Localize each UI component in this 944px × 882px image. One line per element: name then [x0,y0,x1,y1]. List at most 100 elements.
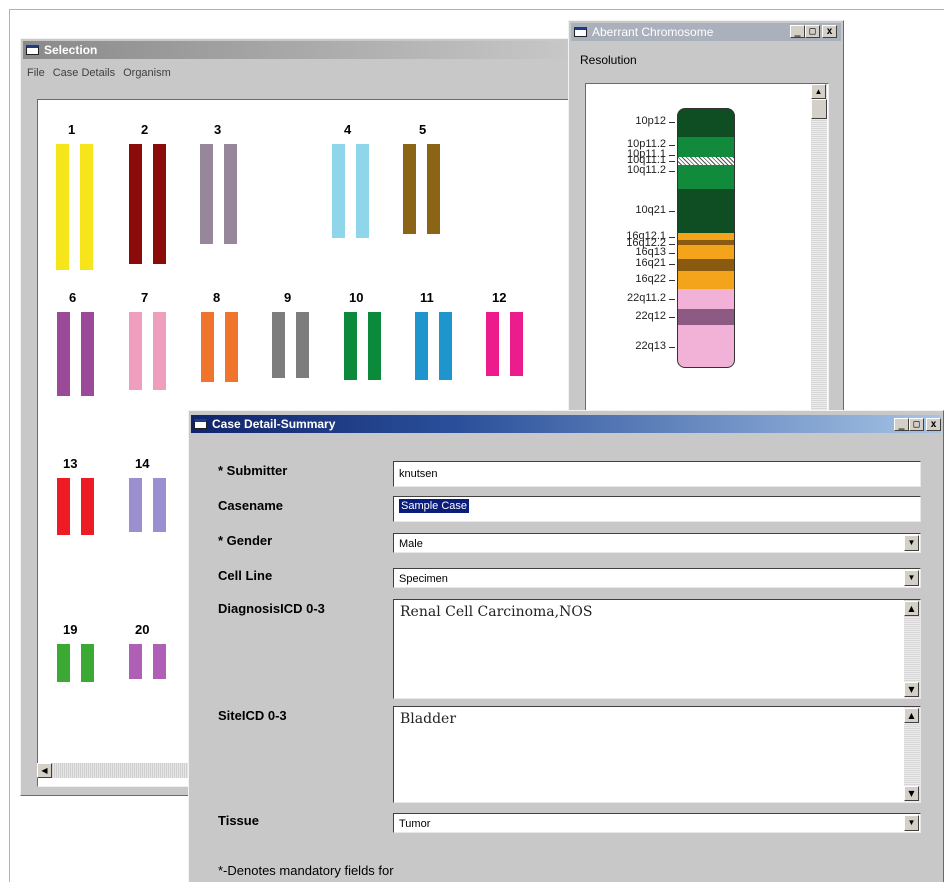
band [678,109,734,137]
band-label: 16q22 [635,273,666,285]
diagnosis-value: Renal Cell Carcinoma,NOS [400,604,593,620]
chromatid-right [356,144,369,238]
chromosome-label: 2 [141,122,149,137]
scroll-left-button[interactable]: ◀ [37,763,52,778]
band-tick [669,155,675,156]
band-tick [669,347,675,348]
diagnosis-textarea[interactable]: Renal Cell Carcinoma,NOS ▲ ▼ [393,599,921,699]
chromatid-left [403,144,416,234]
chromosome-label: 13 [63,456,78,471]
chromatid-left [57,312,70,396]
band-label: 16q21 [635,257,666,269]
chromatid-right [153,644,166,679]
case-detail-title: Case Detail-Summary [212,417,336,431]
maximize-button[interactable]: □ [805,25,820,38]
gender-value: Male [399,538,423,550]
chromosome-label: 3 [214,122,222,137]
casename-label: Casename [218,498,284,513]
band [678,325,734,367]
chevron-down-icon[interactable]: ▼ [904,570,919,586]
minimize-button[interactable]: _ [790,25,805,38]
band [678,309,734,325]
aberrant-window-buttons: _ □ x [790,25,837,38]
ideogram-vertical-scrollbar[interactable]: ▲ [811,84,827,422]
band-tick [669,317,675,318]
chromatid-right [80,144,93,270]
scroll-down-button[interactable]: ▼ [904,682,919,697]
band [678,245,734,259]
close-button[interactable]: x [822,25,837,38]
chromatid-left [56,144,69,270]
chromatid-right [153,144,166,264]
chromatid-left [415,312,428,380]
band-tick [669,145,675,146]
scroll-up-button[interactable]: ▲ [811,84,826,99]
chromatid-right [368,312,381,380]
chromatid-left [57,644,70,682]
centromere [678,157,734,165]
horizontal-scrollbar[interactable]: ◀ [37,763,197,778]
chromatid-right [153,312,166,390]
menu-organism[interactable]: Organism [123,67,171,79]
scroll-up-button[interactable]: ▲ [904,601,919,616]
band [678,137,734,157]
chromosome-label: 9 [284,290,292,305]
casename-input[interactable]: Sample Case [393,496,921,522]
site-value: Bladder [400,711,457,727]
submitter-label: * Submitter [218,463,288,478]
menu-case-details[interactable]: Case Details [53,67,115,79]
selection-menubar: File Case Details Organism [27,67,171,79]
band [678,189,734,233]
minimize-button[interactable]: _ [894,418,909,431]
menu-file[interactable]: File [27,67,45,79]
scroll-thumb[interactable] [811,99,827,119]
aberrant-chromosome-ideogram[interactable] [677,108,735,368]
scroll-down-button[interactable]: ▼ [904,786,919,801]
maximize-button[interactable]: □ [909,418,924,431]
band-label: 10q11.2 [627,164,666,176]
chromosome-label: 10 [349,290,364,305]
cell-line-select[interactable]: Specimen ▼ [393,568,921,588]
chromosome-label: 12 [492,290,507,305]
scroll-up-button[interactable]: ▲ [904,708,919,723]
band-tick [669,171,675,172]
selection-titlebar[interactable]: Selection [23,41,577,59]
case-detail-titlebar[interactable]: Case Detail-Summary [191,415,941,433]
band-tick [669,237,675,238]
band-label: 22q11.2 [627,292,666,304]
ideogram-canvas: ▲ 10p12 10p11.2 10p11.1 10q11.1 10q11.2 … [585,83,829,423]
chevron-down-icon[interactable]: ▼ [904,815,919,831]
band-tick [669,299,675,300]
casename-selected-text: Sample Case [399,499,470,513]
chromosome-label: 7 [141,290,149,305]
chromosome-label: 11 [420,290,434,305]
chromatid-left [332,144,345,238]
mandatory-footnote: *-Denotes mandatory fields for [218,863,394,878]
band [678,233,734,240]
chromatid-left [129,144,142,264]
diagnosis-label: DiagnosisICD 0-3 [218,601,325,616]
diagnosis-scrollbar[interactable]: ▲ ▼ [904,600,920,698]
tissue-select[interactable]: Tumor ▼ [393,813,921,833]
band-tick [669,211,675,212]
chromatid-right [225,312,238,382]
band-tick [669,264,675,265]
band [678,271,734,289]
gender-select[interactable]: Male ▼ [393,533,921,553]
cell-line-label: Cell Line [218,568,273,583]
close-button[interactable]: x [926,418,941,431]
chromatid-left [129,644,142,679]
tissue-label: Tissue [218,813,259,828]
site-scrollbar[interactable]: ▲ ▼ [904,707,920,802]
tissue-value: Tumor [399,818,431,830]
chromatid-left [129,312,142,390]
chevron-down-icon[interactable]: ▼ [904,535,919,551]
aberrant-title: Aberrant Chromosome [592,25,714,39]
site-label: SiteICD 0-3 [218,708,287,723]
site-textarea[interactable]: Bladder ▲ ▼ [393,706,921,803]
chromatid-right [439,312,452,380]
band-label: 22q13 [635,340,666,352]
resolution-label: Resolution [580,53,637,67]
submitter-input[interactable]: knutsen [393,461,921,487]
window-icon [26,45,39,55]
